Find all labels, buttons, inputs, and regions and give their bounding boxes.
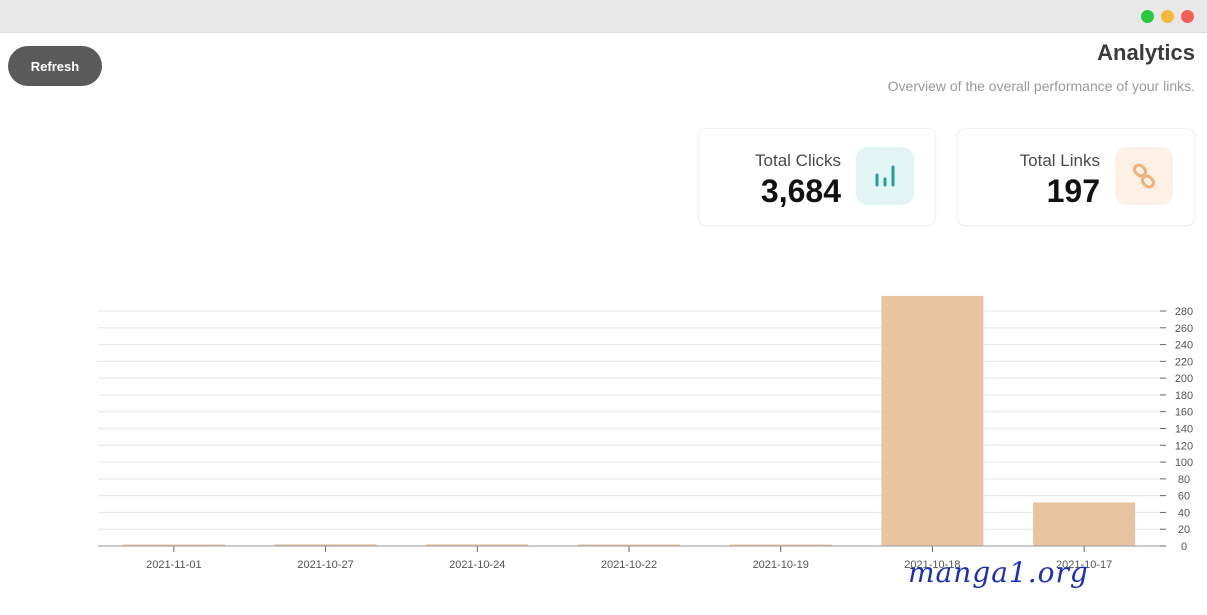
y-tick-label: 220 <box>1175 356 1193 368</box>
page-subtitle: Overview of the overall performance of y… <box>887 78 1195 94</box>
watermark-text: manga1.org <box>908 556 1089 589</box>
minimize-window-button[interactable] <box>1161 10 1174 23</box>
y-tick-label: 20 <box>1178 524 1190 536</box>
refresh-button[interactable]: Refresh <box>8 46 102 86</box>
x-tick-label: 2021-10-22 <box>601 559 657 571</box>
y-tick-label: 260 <box>1175 323 1193 335</box>
y-tick-label: 120 <box>1175 440 1193 452</box>
total-clicks-card: Total Clicks 3,684 <box>698 128 936 226</box>
total-links-card: Total Links 197 <box>957 128 1195 226</box>
maximize-window-button[interactable] <box>1141 10 1154 23</box>
y-tick-label: 280 <box>1175 306 1193 318</box>
link-icon <box>1115 147 1173 205</box>
x-tick-label: 2021-10-19 <box>753 559 809 571</box>
chart-bar[interactable] <box>1033 502 1136 546</box>
chart-bar[interactable] <box>881 295 984 546</box>
close-window-button[interactable] <box>1181 10 1194 23</box>
total-links-label: Total Links <box>1019 151 1100 170</box>
window-titlebar <box>0 0 1207 33</box>
total-clicks-value: 3,684 <box>760 173 841 209</box>
total-links-value: 197 <box>1046 173 1100 209</box>
y-tick-label: 100 <box>1175 457 1193 469</box>
y-tick-label: 180 <box>1175 390 1193 402</box>
y-tick-label: 160 <box>1175 407 1193 419</box>
page-title: Analytics <box>1097 40 1195 65</box>
x-tick-label: 2021-10-24 <box>449 559 505 571</box>
y-tick-label: 140 <box>1175 424 1193 436</box>
x-tick-label: 2021-10-27 <box>297 559 353 571</box>
clicks-bar-chart: 0 20 40 60 80 100 120 140 160 180 200 220 240 260 280 2… <box>98 295 1193 571</box>
total-clicks-label: Total Clicks <box>755 151 841 170</box>
y-tick-label: 200 <box>1175 373 1193 385</box>
y-tick-label: 0 <box>1181 541 1187 553</box>
y-tick-label: 240 <box>1175 340 1193 352</box>
x-tick-label: 2021-11-01 <box>146 559 201 571</box>
bar-chart-icon <box>856 147 914 205</box>
y-tick-label: 60 <box>1178 491 1190 503</box>
y-tick-label: 40 <box>1178 507 1190 519</box>
y-tick-label: 80 <box>1178 474 1190 486</box>
